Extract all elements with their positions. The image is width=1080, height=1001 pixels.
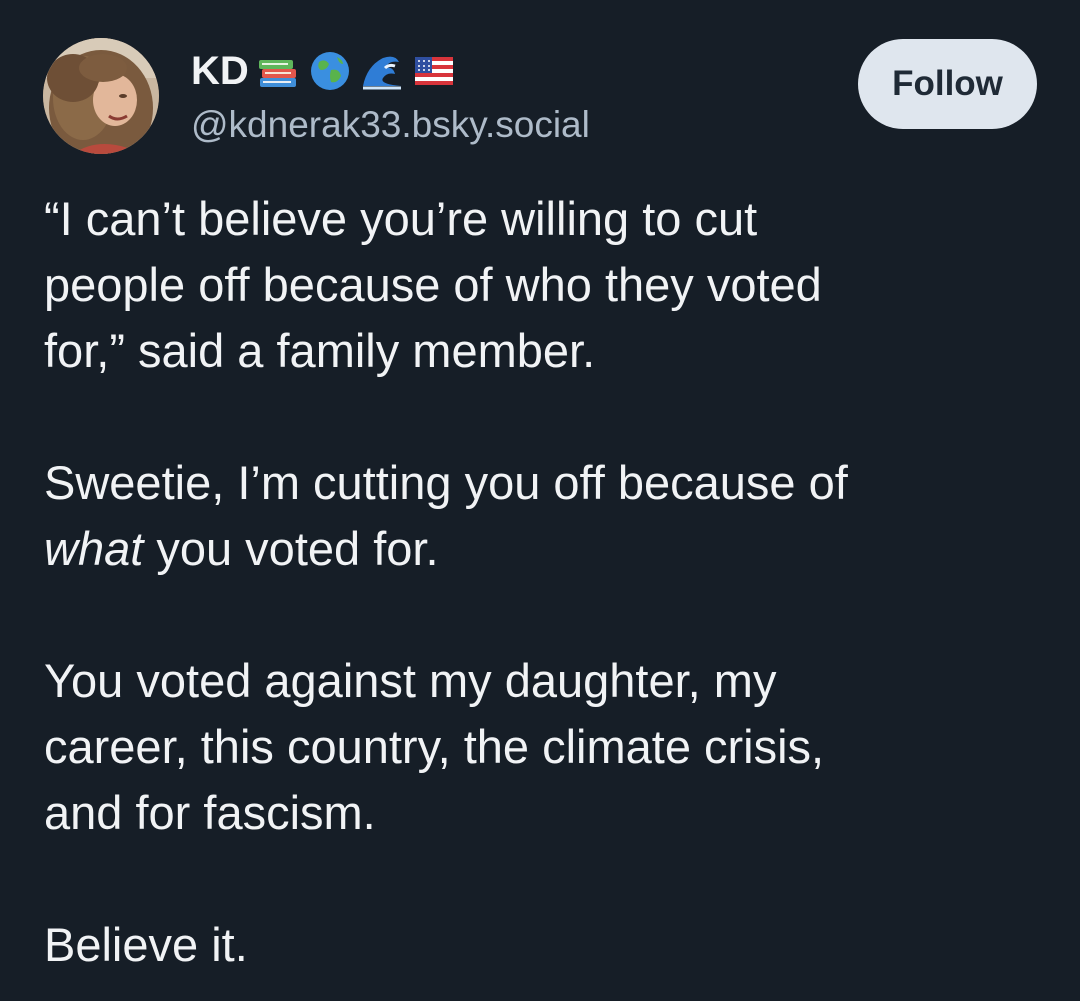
follow-button[interactable]: Follow	[858, 39, 1037, 129]
post-line: Sweetie, I’m cutting you off because of	[44, 456, 848, 509]
author-avatar[interactable]	[43, 38, 159, 154]
books-emoji-icon	[255, 48, 301, 94]
us-flag-emoji-icon	[411, 48, 457, 94]
display-name-text: KD	[191, 49, 249, 93]
author-handle[interactable]: @kdnerak33.bsky.social	[191, 100, 590, 150]
globe-emoji-icon	[307, 48, 353, 94]
post-line: Believe it.	[44, 918, 248, 971]
post-paragraph-3: You voted against my daughter, my career…	[44, 648, 1044, 846]
post-line-rest: you voted for.	[143, 522, 439, 575]
post-paragraph-2: Sweetie, I’m cutting you off because of …	[44, 450, 1044, 582]
post-line: You voted against my daughter, my	[44, 654, 777, 707]
italic-word: what	[44, 522, 144, 575]
profile-photo-icon	[43, 38, 159, 154]
post-line: career, this country, the climate crisis…	[44, 720, 825, 773]
post-line: and for fascism.	[44, 786, 376, 839]
post-paragraph-4: Believe it.	[44, 912, 1044, 978]
post-paragraph-1: “I can’t believe you’re willing to cut p…	[44, 186, 1044, 384]
post-line: “I can’t believe you’re willing to cut	[44, 192, 758, 245]
post-text: “I can’t believe you’re willing to cut p…	[44, 186, 1044, 978]
post-line: for,” said a family member.	[44, 324, 596, 377]
author-display-name[interactable]: KD	[191, 44, 457, 98]
wave-emoji-icon	[359, 48, 405, 94]
post-line-emphasis: what you voted for.	[44, 516, 1044, 582]
post-card: KD @kdnerak33.bsky.social Follow “I can’…	[0, 0, 1080, 1001]
post-line: people off because of who they voted	[44, 258, 822, 311]
